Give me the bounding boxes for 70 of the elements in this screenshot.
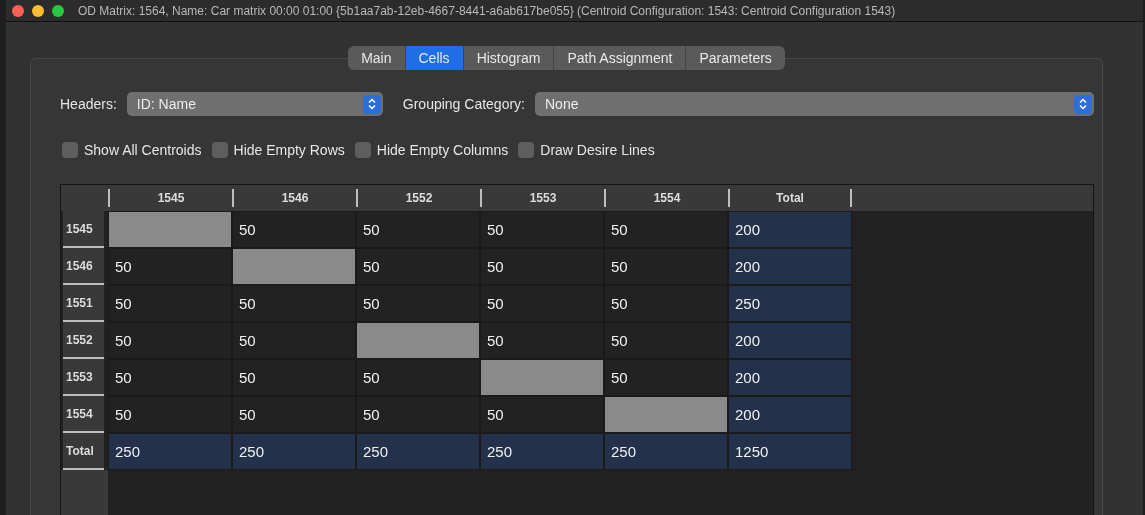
table-cell: 50	[356, 285, 480, 322]
table-cell: 50	[356, 396, 480, 433]
row-header: 1552	[63, 322, 104, 359]
column-header: 1554	[604, 189, 728, 207]
row-header: 1553	[63, 359, 104, 396]
total-cell: 250	[604, 433, 728, 470]
total-cell: 250	[356, 433, 480, 470]
row-header: 1546	[63, 248, 104, 285]
table-cell: 50	[232, 322, 356, 359]
stepper-icon	[1074, 94, 1092, 114]
table-cell: 50	[108, 285, 232, 322]
window-title: OD Matrix: 1564, Name: Car matrix 00:00 01:00 {5b1aa7ab-12eb-4667-8441-a6ab617be055} (Centroid Configuration: 1543: Centroid Configuration 1543)	[78, 3, 896, 18]
total-cell: 200	[728, 359, 852, 396]
minimize-icon[interactable]	[32, 4, 44, 17]
table-cell: 50	[232, 211, 356, 248]
stepper-icon	[362, 94, 381, 114]
total-cell: 200	[728, 322, 852, 359]
checkbox-option[interactable]: Hide Empty Columns	[354, 142, 509, 158]
grouping-dropdown[interactable]: None	[535, 92, 1094, 116]
table-cell: 50	[108, 359, 232, 396]
checkbox[interactable]	[62, 142, 78, 158]
close-icon[interactable]	[12, 4, 24, 17]
zoom-icon[interactable]	[52, 4, 64, 17]
checkbox[interactable]	[518, 142, 535, 158]
checkbox-option[interactable]: Hide Empty Rows	[211, 142, 345, 158]
column-header: 1545	[108, 189, 232, 207]
table-cell: 50	[108, 322, 232, 359]
total-cell: 250	[232, 433, 356, 470]
checkbox[interactable]	[354, 142, 371, 158]
column-header: 1546	[232, 189, 356, 207]
tab[interactable]: Cells	[404, 46, 463, 70]
table-cell: 50	[108, 248, 232, 285]
table-cell: 50	[604, 211, 728, 248]
checkbox-option[interactable]: Draw Desire Lines	[518, 142, 655, 158]
table-cell: 50	[356, 359, 480, 396]
table-cell: 50	[232, 359, 356, 396]
total-cell: 250	[728, 285, 852, 322]
table-cell: 50	[604, 285, 728, 322]
row-header: 1545	[63, 211, 104, 248]
row-header: 1554	[63, 396, 104, 433]
tab[interactable]: Main	[348, 46, 405, 70]
table-cell: 50	[480, 248, 604, 285]
total-cell: 250	[108, 433, 232, 470]
headers-label: Headers:	[60, 96, 117, 112]
table-cell: 50	[480, 211, 604, 248]
checkbox-option[interactable]: Show All Centroids	[62, 142, 202, 158]
table-cell: 50	[480, 396, 604, 433]
total-cell: 1250	[728, 433, 852, 470]
row-header: 1551	[63, 285, 104, 322]
table-cell: 50	[356, 248, 480, 285]
column-header: Total	[728, 189, 852, 207]
table-cell: 50	[604, 322, 728, 359]
table-cell: 50	[356, 211, 480, 248]
row-header: Total	[63, 433, 104, 470]
table-cell: 50	[604, 248, 728, 285]
checkbox[interactable]	[211, 142, 228, 158]
total-cell: 250	[480, 433, 604, 470]
total-cell: 200	[728, 211, 852, 248]
table-cell: 50	[108, 396, 232, 433]
table-cell: 50	[604, 359, 728, 396]
table-cell: 50	[480, 285, 604, 322]
grouping-label: Grouping Category:	[402, 96, 525, 112]
total-cell: 200	[728, 248, 852, 285]
table-cell: 50	[232, 396, 356, 433]
table-cell: 50	[480, 322, 604, 359]
table-cell: 50	[232, 285, 356, 322]
headers-dropdown[interactable]: ID: Name	[126, 92, 383, 116]
total-cell: 200	[728, 396, 852, 433]
column-header: 1552	[356, 189, 480, 207]
column-header: 1553	[480, 189, 604, 207]
